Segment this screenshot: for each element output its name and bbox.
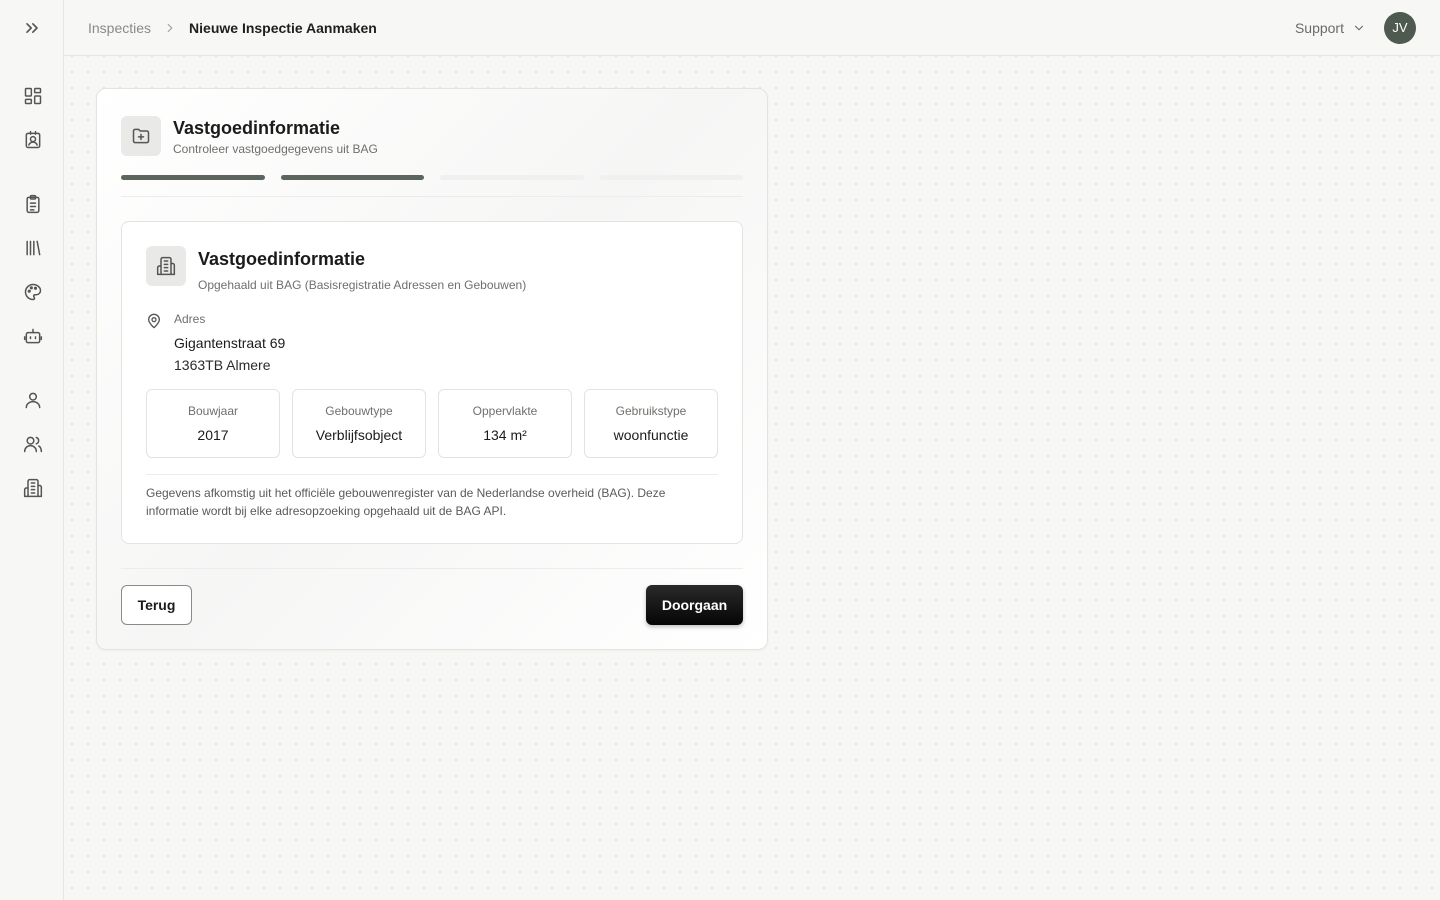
stat-label: Bouwjaar: [187, 404, 239, 418]
building-icon: [156, 256, 176, 276]
user-icon: [25, 392, 41, 409]
layout-grid-icon: [24, 87, 42, 105]
user-avatar[interactable]: JV: [1384, 11, 1416, 44]
back-button[interactable]: Terug: [121, 585, 192, 625]
progress-step-1: [121, 175, 265, 180]
breadcrumb-current: Nieuwe Inspectie Aanmaken: [189, 19, 377, 36]
sidebar-item-library[interactable]: [22, 237, 44, 259]
bag-source-note: Gegevens afkomstig uit het officiële geb…: [146, 486, 666, 518]
stat-label: Gebouwtype: [325, 404, 393, 418]
wizard-card: Vastgoedinformatie Controleer vastgoedge…: [96, 88, 768, 650]
step-progress: [121, 175, 743, 180]
header-actions: Support JV: [1295, 11, 1416, 44]
property-title: Vastgoedinformatie: [198, 249, 366, 269]
stat-value: 2017: [197, 427, 229, 443]
address-label: Adres: [174, 312, 206, 326]
sidebar-item-automation[interactable]: [22, 325, 44, 347]
divider: [146, 474, 718, 475]
step-title: Vastgoedinformatie: [173, 118, 341, 138]
clipboard-list-icon: [26, 194, 40, 214]
sidebar-item-profile[interactable]: [22, 389, 44, 411]
support-dropdown[interactable]: Support: [1295, 20, 1366, 36]
step-icon-box: [121, 116, 161, 156]
support-label: Support: [1294, 19, 1344, 36]
building-icon: [23, 478, 43, 498]
property-subtitle: Opgehaald uit BAG (Basisregistratie Adre…: [198, 278, 527, 292]
sidebar-item-contacts[interactable]: [22, 129, 44, 151]
stat-building-type: Gebouwtype Verblijfsobject: [292, 389, 426, 458]
contact-card-icon: [25, 130, 41, 149]
chevron-right-icon: [163, 21, 177, 35]
sidebar-item-dashboard[interactable]: [22, 85, 44, 107]
property-stats: Bouwjaar 2017 Gebouwtype Verblijfsobject…: [146, 389, 718, 458]
chevrons-right-icon: [26, 23, 38, 34]
users-icon: [23, 436, 43, 453]
step-header: Vastgoedinformatie Controleer vastgoedge…: [121, 116, 378, 156]
stat-value: 134 m²: [483, 427, 527, 443]
robot-icon: [23, 328, 43, 344]
palette-icon: [24, 283, 42, 301]
step-subtitle: Controleer vastgoedgegevens uit BAG: [173, 142, 378, 156]
top-header: Inspecties Nieuwe Inspectie Aanmaken Sup…: [64, 0, 1440, 56]
stat-construction-year: Bouwjaar 2017: [146, 389, 280, 458]
sidebar-toggle-button[interactable]: [20, 16, 44, 40]
address-block: Adres Gigantenstraat 69 1363TB Almere: [146, 312, 285, 373]
property-icon-box: [146, 246, 186, 286]
sidebar-item-theme[interactable]: [22, 281, 44, 303]
chevron-down-icon: [1354, 25, 1364, 30]
stat-usage-type: Gebruikstype woonfunctie: [584, 389, 718, 458]
sidebar: [0, 0, 64, 900]
sidebar-item-team[interactable]: [22, 433, 44, 455]
stat-label: Gebruikstype: [615, 404, 687, 418]
sidebar-item-inspections[interactable]: [22, 193, 44, 215]
stat-label: Oppervlakte: [472, 404, 538, 418]
stat-value: woonfunctie: [613, 427, 689, 443]
sidebar-item-buildings[interactable]: [22, 477, 44, 499]
address-street: Gigantenstraat 69: [174, 335, 286, 351]
divider: [121, 196, 743, 197]
progress-step-3: [440, 175, 584, 180]
breadcrumb-parent-link[interactable]: Inspecties: [88, 20, 151, 36]
stat-surface-area: Oppervlakte 134 m²: [438, 389, 572, 458]
address-city: 1363TB Almere: [174, 357, 271, 373]
progress-step-2: [280, 175, 424, 180]
property-header: Vastgoedinformatie Opgehaald uit BAG (Ba…: [146, 246, 526, 292]
map-pin-icon: [148, 313, 160, 329]
stat-value: Verblijfsobject: [315, 427, 403, 443]
library-icon: [26, 240, 41, 256]
property-info-panel: Vastgoedinformatie Opgehaald uit BAG (Ba…: [121, 221, 743, 544]
continue-button[interactable]: Doorgaan: [646, 585, 743, 625]
folder-plus-icon: [132, 128, 150, 144]
divider: [121, 568, 743, 569]
progress-step-4: [599, 175, 743, 180]
